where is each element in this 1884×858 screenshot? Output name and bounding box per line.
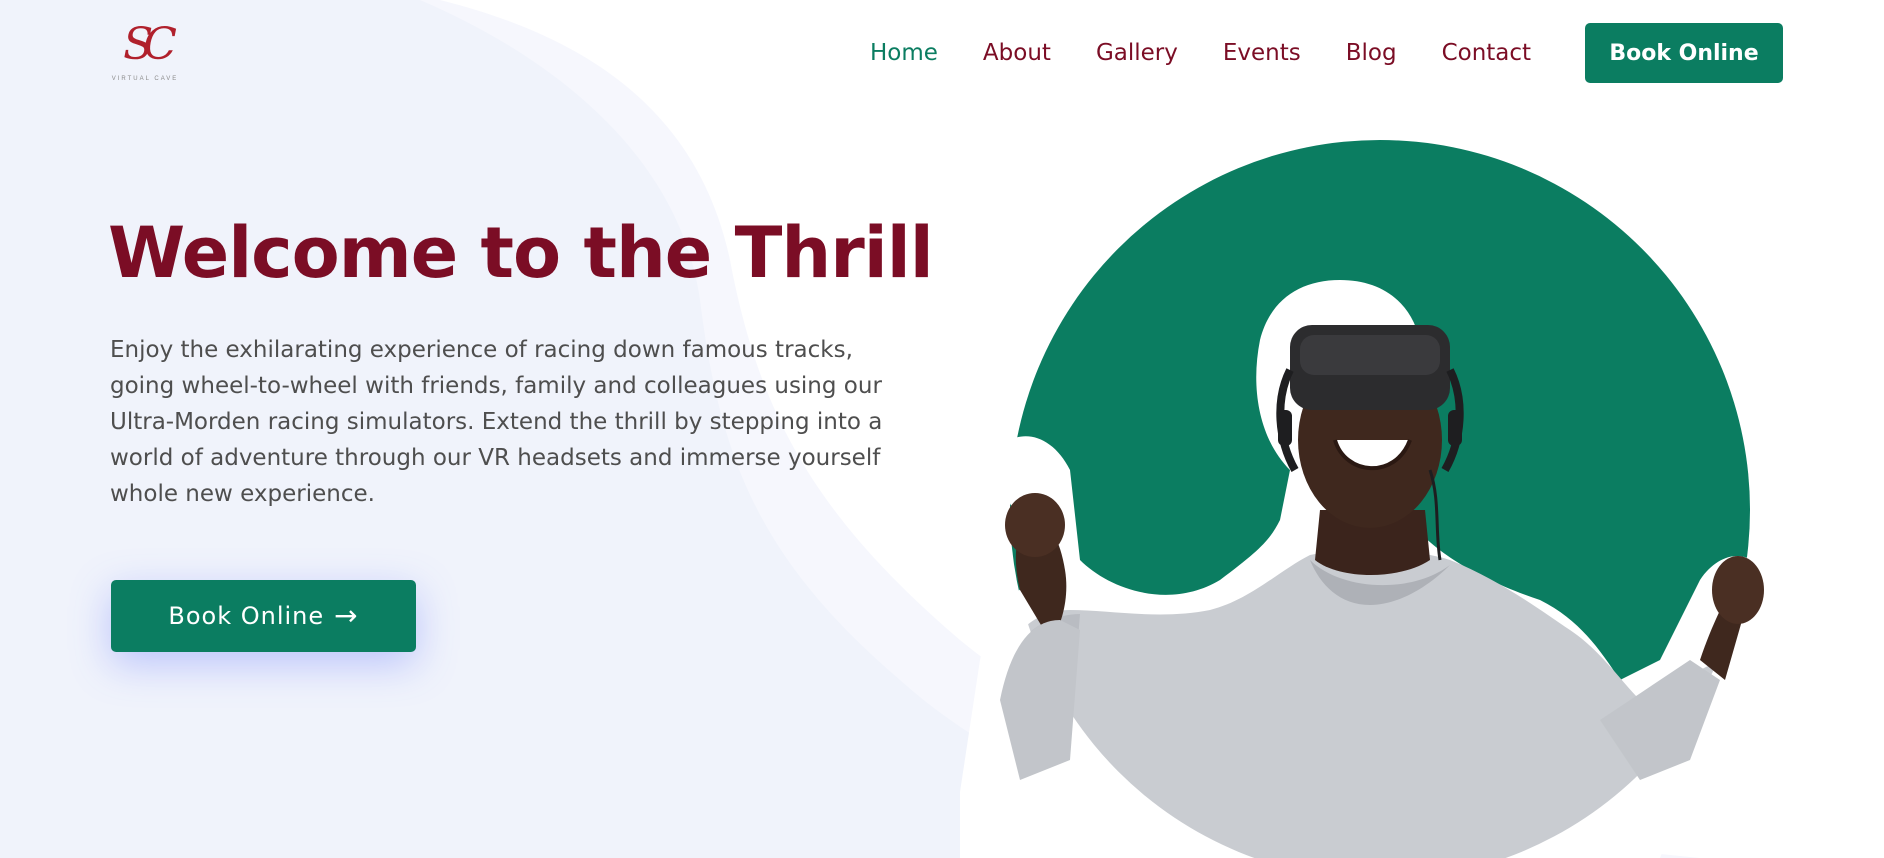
hero-title: Welcome to the Thrill: [108, 212, 934, 294]
landing-page: SC VIRTUAL CAVE Home About Gallery Event…: [0, 0, 1884, 858]
main-nav: Home About Gallery Events Blog Contact: [870, 22, 1576, 84]
hero-description: Enjoy the exhilarating experience of rac…: [110, 337, 883, 507]
site-header: SC VIRTUAL CAVE Home About Gallery Event…: [0, 0, 1884, 106]
nav-item-about[interactable]: About: [983, 40, 1051, 66]
logo-mark: SC: [123, 19, 177, 70]
nav-item-gallery[interactable]: Gallery: [1096, 40, 1178, 66]
nav-item-blog[interactable]: Blog: [1346, 40, 1397, 66]
nav-item-contact[interactable]: Contact: [1442, 40, 1531, 66]
hero-book-online-button[interactable]: Book Online →: [111, 580, 416, 652]
nav-item-events[interactable]: Events: [1223, 40, 1301, 66]
logo[interactable]: SC VIRTUAL CAVE: [108, 18, 182, 88]
hero-cta-label: Book Online: [168, 602, 325, 630]
header-book-online-button[interactable]: Book Online: [1585, 23, 1783, 83]
vr-person-illustration: [960, 140, 1764, 858]
logo-subtext: VIRTUAL CAVE: [111, 76, 179, 82]
arrow-right-icon: →: [334, 599, 359, 632]
nav-item-home[interactable]: Home: [870, 40, 938, 66]
